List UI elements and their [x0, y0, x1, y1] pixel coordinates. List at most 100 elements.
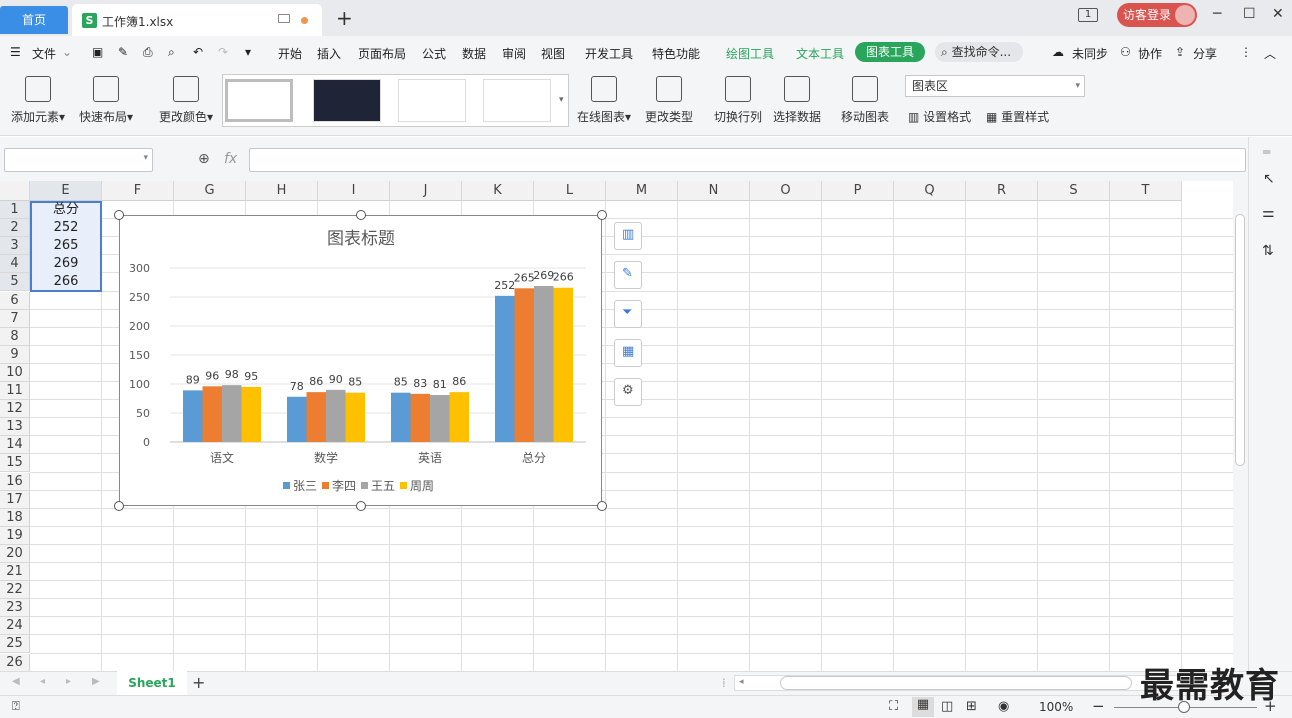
online-chart-tool[interactable]: ▦	[614, 339, 642, 367]
reading-layout-icon[interactable]: ⊞	[966, 699, 977, 714]
menu-drawing-tools[interactable]: 绘图工具	[726, 45, 774, 62]
move-chart-button[interactable]: 移动图表	[837, 72, 893, 130]
fullscreen-icon[interactable]: ⛶	[889, 699, 898, 714]
property-sliders-icon[interactable]: ⚌	[1262, 205, 1275, 221]
reset-style-button[interactable]: ▦ 重置样式	[986, 108, 1049, 125]
document-tab[interactable]: S 工作簿1.xlsx	[72, 4, 322, 36]
menu-data[interactable]: 数据	[462, 45, 486, 62]
home-tab[interactable]: 首页	[0, 6, 68, 34]
formula-input[interactable]	[249, 148, 1246, 172]
row-header[interactable]: 8	[0, 327, 30, 346]
add-element-button[interactable]: 添加元素▾	[6, 72, 70, 130]
save-icon[interactable]: ▣	[92, 45, 103, 59]
command-search[interactable]: ⌕ 查找命令...	[935, 42, 1023, 62]
zoom-level[interactable]: 100%	[1039, 700, 1073, 714]
row-header[interactable]: 1	[0, 201, 30, 220]
menu-page-layout[interactable]: 页面布局	[358, 45, 406, 62]
login-button[interactable]: 访客登录	[1117, 3, 1197, 27]
switch-row-col-button[interactable]: 切换行列	[710, 72, 766, 130]
resize-handle-tl[interactable]	[114, 210, 124, 220]
maximize-button[interactable]: ☐	[1243, 6, 1256, 22]
hamburger-icon[interactable]: ☰	[10, 45, 21, 59]
chevron-down-icon[interactable]: ⌄	[62, 45, 72, 59]
chart-elements-tool[interactable]: ▥	[614, 222, 642, 250]
drag-handle-icon[interactable]: ═	[1263, 145, 1270, 159]
menu-text-tools[interactable]: 文本工具	[796, 45, 844, 62]
row-header[interactable]: 26	[0, 653, 30, 671]
page-break-view-icon[interactable]: ◫	[941, 699, 953, 714]
menu-start[interactable]: 开始	[278, 45, 302, 62]
row-header[interactable]: 24	[0, 617, 30, 636]
row-header[interactable]: 18	[0, 508, 30, 527]
chart-style-2[interactable]	[313, 79, 381, 122]
chart-style-3[interactable]	[398, 79, 466, 122]
add-sheet-button[interactable]: +	[192, 673, 205, 692]
vertical-scroll-thumb[interactable]	[1235, 214, 1245, 466]
menu-chart-tools[interactable]: 图表工具	[855, 42, 925, 62]
resize-handle-tr[interactable]	[597, 210, 607, 220]
transform-icon[interactable]: ⇅	[1262, 243, 1274, 259]
cell-e5[interactable]: 266	[30, 273, 102, 291]
row-header[interactable]: 3	[0, 237, 30, 256]
column-header[interactable]: H	[246, 181, 318, 201]
column-header[interactable]: O	[750, 181, 822, 201]
format-painter-icon[interactable]: ✎	[118, 45, 128, 59]
column-header[interactable]: T	[1110, 181, 1182, 201]
cell-e3[interactable]: 265	[30, 237, 102, 255]
column-header[interactable]: P	[822, 181, 894, 201]
chart-area[interactable]: 图表标题 300 250 200 150 100 50 0 89 96 98 95 语文 78 86 90 85…	[119, 215, 602, 506]
column-header[interactable]: L	[534, 181, 606, 201]
chart-style-1[interactable]	[225, 79, 293, 122]
monitor-icon[interactable]	[278, 14, 290, 23]
column-header[interactable]: J	[390, 181, 462, 201]
row-header[interactable]: 14	[0, 436, 30, 455]
select-pointer-icon[interactable]: ↖	[1263, 171, 1275, 187]
next-sheet-icon[interactable]: ▸	[66, 676, 71, 687]
print-preview-icon[interactable]: ⌕	[168, 45, 175, 60]
scroll-left-icon[interactable]: ◂	[739, 677, 744, 687]
set-format-button[interactable]: ▥ 设置格式	[908, 108, 971, 125]
row-header[interactable]: 6	[0, 291, 30, 310]
chart-style-4[interactable]	[483, 79, 551, 122]
sheet-tab-sheet1[interactable]: Sheet1	[117, 671, 187, 695]
menu-formula[interactable]: 公式	[422, 45, 446, 62]
chart-settings-tool[interactable]: ⚙	[614, 378, 642, 406]
column-header[interactable]: R	[966, 181, 1038, 201]
change-color-button[interactable]: 更改颜色▾	[154, 72, 218, 130]
redo-icon[interactable]: ↷	[218, 45, 228, 59]
row-header[interactable]: 13	[0, 418, 30, 437]
window-count-badge[interactable]: 1	[1078, 8, 1098, 22]
column-header[interactable]: N	[678, 181, 750, 201]
split-handle-icon[interactable]: ⁞	[722, 676, 726, 690]
cell-e4[interactable]: 269	[30, 255, 102, 273]
select-data-button[interactable]: 选择数据	[769, 72, 825, 130]
row-header[interactable]: 4	[0, 255, 30, 274]
column-header[interactable]: E	[30, 181, 102, 201]
share-button[interactable]: 分享	[1193, 45, 1217, 62]
select-all-corner[interactable]	[0, 181, 30, 201]
chart-style-tool[interactable]: ✎	[614, 261, 642, 289]
column-header[interactable]: I	[318, 181, 390, 201]
eye-protection-icon[interactable]: ◉	[998, 699, 1009, 714]
undo-icon[interactable]: ↶	[193, 45, 203, 59]
first-sheet-icon[interactable]: ◀	[12, 676, 20, 687]
resize-handle-t[interactable]	[356, 210, 366, 220]
row-header[interactable]: 21	[0, 563, 30, 582]
row-header[interactable]: 19	[0, 526, 30, 545]
column-header[interactable]: Q	[894, 181, 966, 201]
column-header[interactable]: K	[462, 181, 534, 201]
online-chart-button[interactable]: 在线图表▾	[572, 72, 636, 130]
prev-sheet-icon[interactable]: ◂	[40, 676, 45, 687]
minimize-button[interactable]: ─	[1213, 6, 1221, 22]
last-sheet-icon[interactable]: ▶	[92, 676, 100, 687]
cell-e2[interactable]: 252	[30, 219, 102, 237]
row-header[interactable]: 20	[0, 544, 30, 563]
row-header[interactable]: 15	[0, 454, 30, 473]
row-header[interactable]: 9	[0, 345, 30, 364]
resize-handle-b[interactable]	[356, 501, 366, 511]
zoom-out-button[interactable]: −	[1092, 697, 1105, 715]
collab-button[interactable]: 协作	[1138, 45, 1162, 62]
row-header[interactable]: 25	[0, 635, 30, 654]
menu-insert[interactable]: 插入	[317, 45, 341, 62]
name-box[interactable]: ▾	[4, 148, 153, 172]
